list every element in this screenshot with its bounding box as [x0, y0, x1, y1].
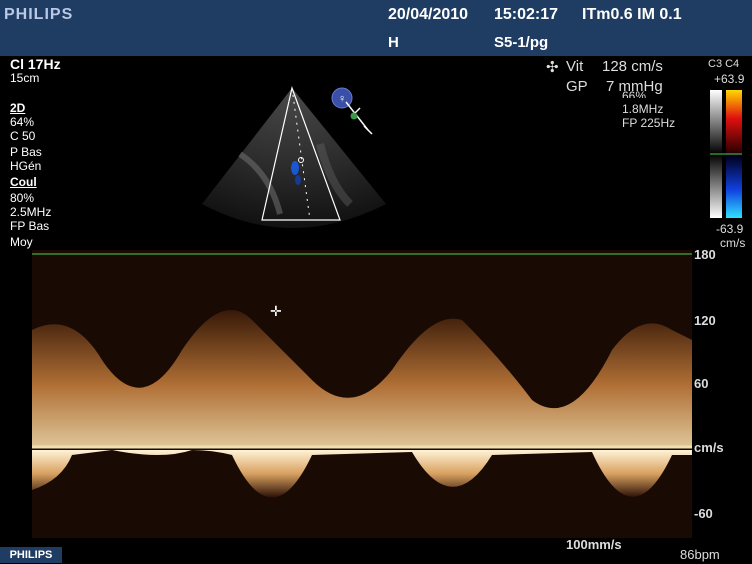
- section-color: Coul: [10, 175, 37, 189]
- section-2d: 2D: [10, 101, 26, 115]
- persistence: P Bas: [10, 145, 42, 159]
- color-filter: FP Bas: [10, 219, 50, 233]
- measure-cursor-icon[interactable]: ✛: [270, 303, 282, 319]
- doppler-filter: FP 225Hz: [622, 116, 676, 130]
- frame-rate: Cl 17Hz: [10, 56, 61, 72]
- sweep-speed: 100mm/s: [566, 537, 622, 552]
- colorbar-unit: cm/s: [720, 236, 746, 250]
- exam-time: 15:02:17: [494, 6, 559, 23]
- header-bar: PHILIPS 20/04/2010 15:02:17 ITm0.6 IM 0.…: [0, 0, 752, 56]
- compression: C 50: [10, 129, 36, 143]
- exam-date: 20/04/2010: [388, 6, 469, 23]
- velocity-label: Vit: [566, 58, 584, 75]
- color-resolution: Moy: [10, 235, 33, 249]
- axis-unit: cm/s: [694, 440, 724, 455]
- mode-marker: H: [388, 34, 399, 51]
- colorbar-max: +63.9: [714, 72, 745, 86]
- footer-bar: PHILIPS 100mm/s 86bpm: [0, 537, 752, 564]
- doppler-frequency: 1.8MHz: [622, 102, 664, 116]
- velocity-value: 128 cm/s: [602, 58, 663, 75]
- svg-text:♀: ♀: [338, 93, 346, 105]
- probe-preset: S5-1/pg: [494, 34, 549, 51]
- axis-tick-neg60: -60: [694, 506, 713, 521]
- color-frequency: 2.5MHz: [10, 205, 52, 219]
- gain-2d: 64%: [10, 115, 35, 129]
- doppler-spectrum: ✛: [32, 250, 692, 538]
- footer-brand: PHILIPS: [0, 547, 62, 563]
- colorbar-label: C3 C4: [708, 58, 740, 70]
- harmonic: HGén: [10, 159, 42, 173]
- cursor-icon: ✣: [546, 59, 559, 76]
- color-scale-bar: [710, 90, 742, 218]
- colorbar-min: -63.9: [716, 222, 744, 236]
- probe-orientation-icon: ♀: [331, 87, 373, 135]
- brand-logo: PHILIPS: [4, 6, 74, 23]
- depth: 15cm: [10, 71, 40, 85]
- axis-tick-180: 180: [694, 247, 716, 262]
- doppler-gain: 66%: [622, 90, 647, 98]
- thermal-mechanical-index: ITm0.6 IM 0.1: [582, 6, 682, 23]
- axis-tick-60: 60: [694, 376, 709, 391]
- heart-rate: 86bpm: [680, 547, 720, 562]
- gain-color: 80%: [10, 191, 35, 205]
- axis-tick-120: 120: [694, 313, 716, 328]
- gradient-label: GP: [566, 78, 588, 95]
